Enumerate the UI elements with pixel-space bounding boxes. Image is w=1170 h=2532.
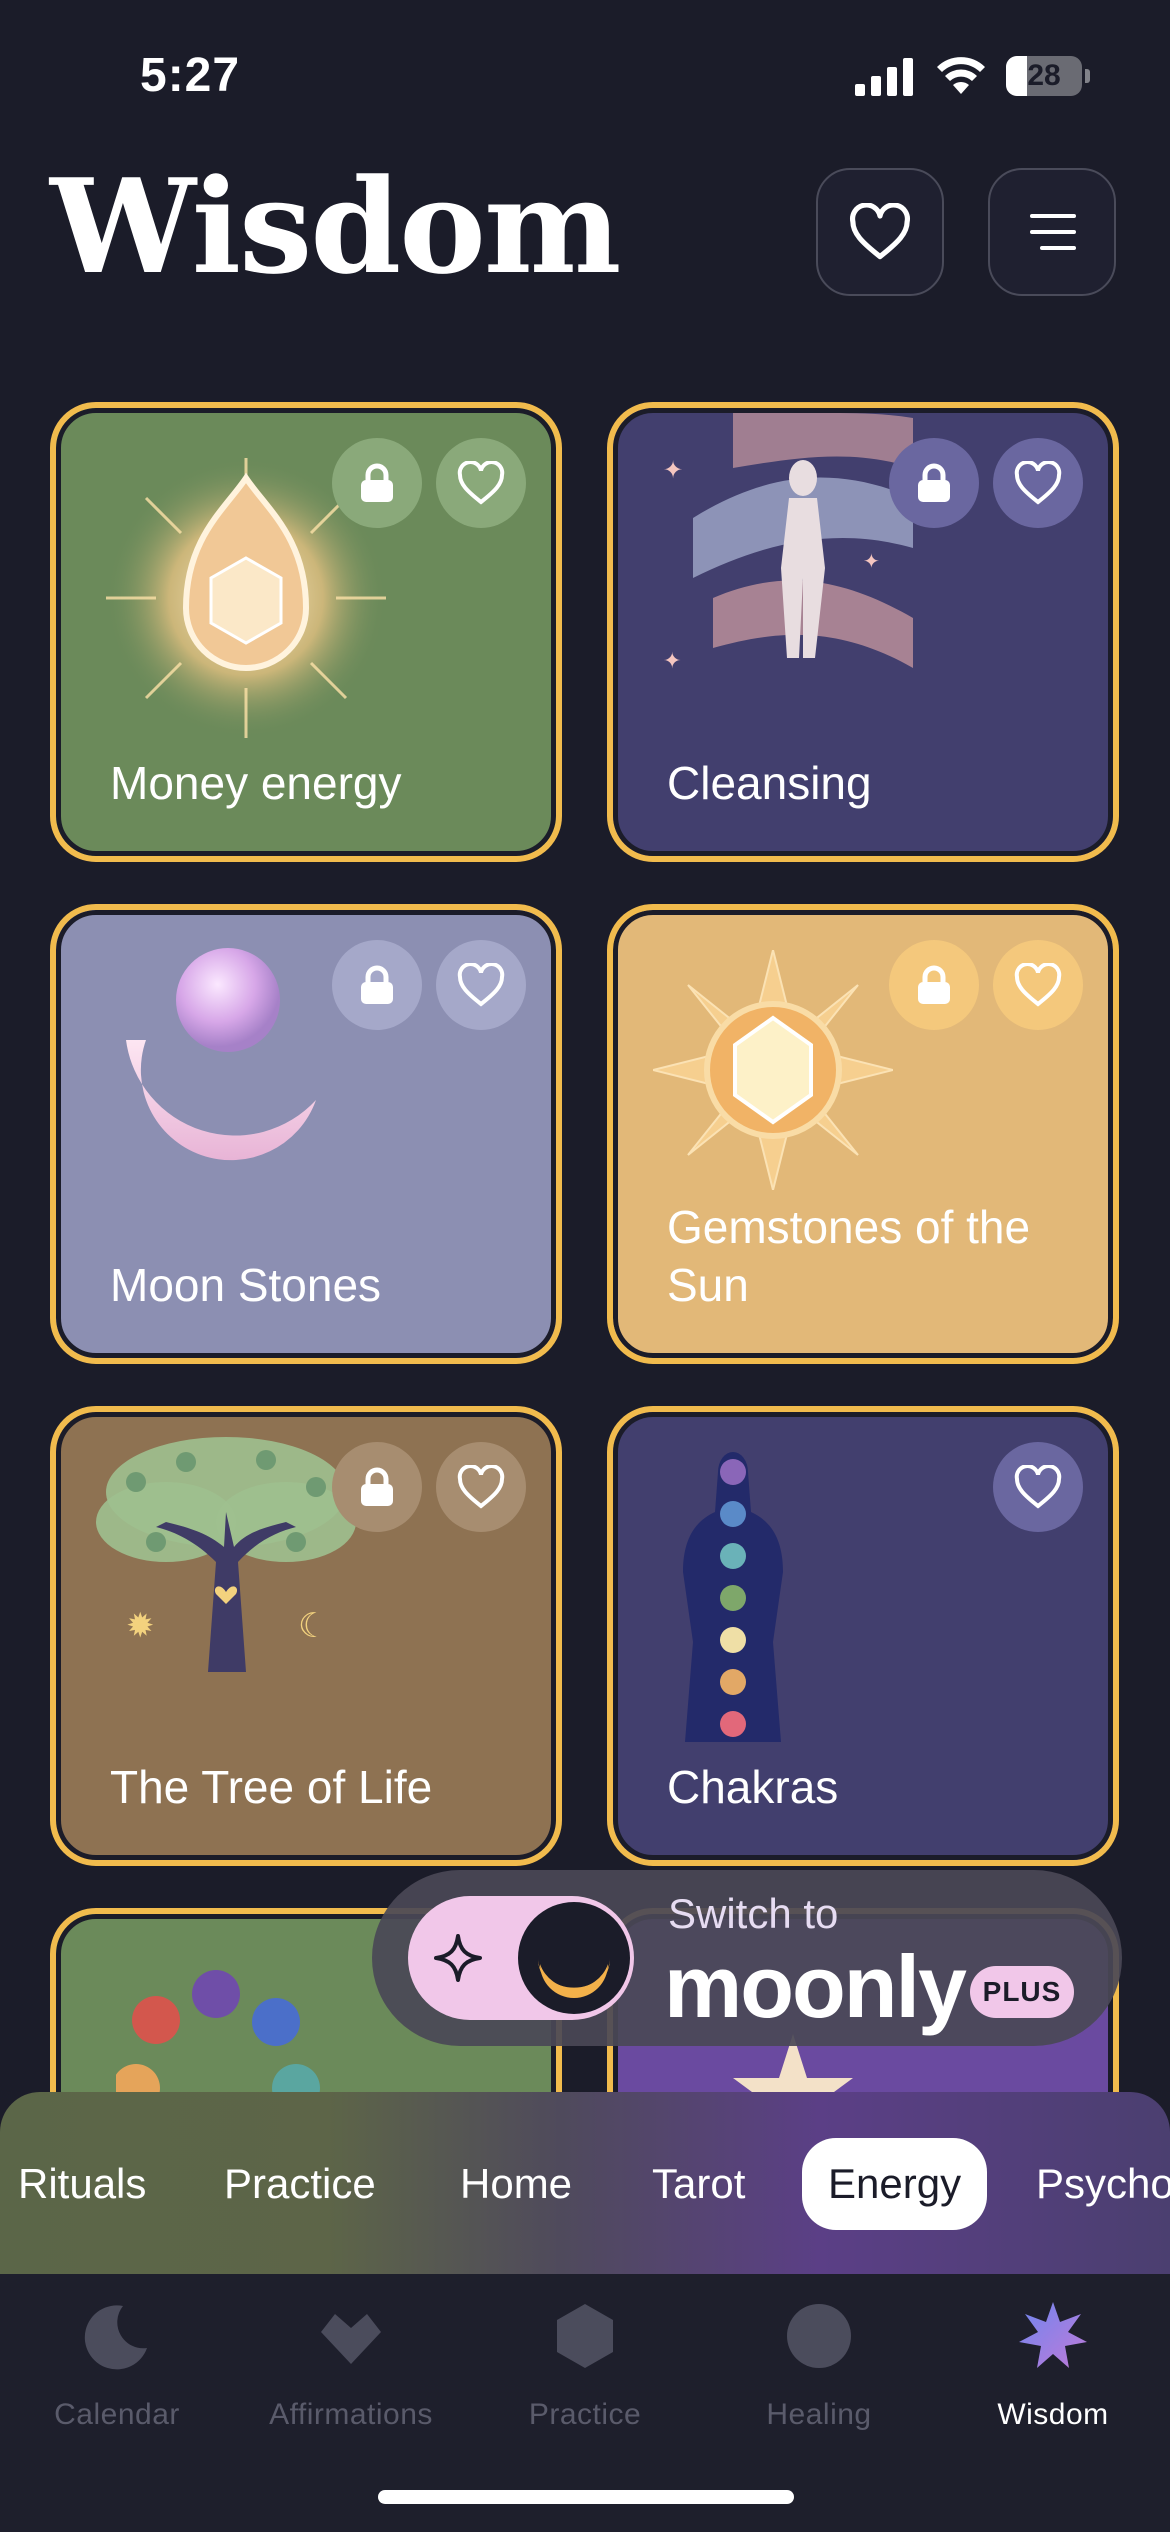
svg-text:✦: ✦ xyxy=(863,549,880,573)
tab-healing[interactable]: Healing xyxy=(702,2302,936,2462)
promo-switch-text: Switch to xyxy=(668,1890,839,1937)
menu-icon xyxy=(1030,214,1076,250)
favorite-button[interactable] xyxy=(993,1442,1083,1532)
svg-text:✹: ✹ xyxy=(126,1606,155,1646)
tree-of-life-illustration: ✹ ☾ xyxy=(96,1437,356,1672)
heart-icon xyxy=(1014,963,1062,1007)
card-title: Money energy xyxy=(110,757,402,809)
category-chip-psycho[interactable]: Psycho xyxy=(1036,2138,1170,2230)
card-moon-stones[interactable]: Moon Stones xyxy=(50,904,562,1364)
heart-icon xyxy=(457,1465,505,1509)
cleansing-illustration: ✦ ✦ ✦ xyxy=(663,408,913,674)
tab-label: Wisdom xyxy=(997,2398,1109,2431)
lock-button[interactable] xyxy=(889,438,979,528)
tab-label: Affirmations xyxy=(269,2398,433,2431)
circle-icon xyxy=(787,2304,851,2368)
home-indicator xyxy=(378,2490,794,2504)
heart-icon xyxy=(457,963,505,1007)
tab-wisdom[interactable]: Wisdom xyxy=(936,2302,1170,2462)
heart-icon xyxy=(850,203,910,260)
sun-gem-illustration xyxy=(653,950,893,1190)
moon-logo-icon xyxy=(518,1902,630,2014)
star-burst-icon xyxy=(1019,2302,1087,2368)
lock-icon xyxy=(361,1467,393,1506)
page-title: Wisdom xyxy=(50,150,621,303)
tab-label: Practice xyxy=(528,2398,642,2431)
chakras-illustration xyxy=(683,1452,783,1742)
lock-button[interactable] xyxy=(332,1442,422,1532)
tab-label: Healing xyxy=(766,2398,872,2431)
svg-text:✦: ✦ xyxy=(663,649,681,674)
card-title: Cleansing xyxy=(667,757,872,809)
card-tree-of-life[interactable]: ✹ ☾ The Tree of Life xyxy=(50,1406,562,1866)
svg-text:✦: ✦ xyxy=(663,456,683,484)
svg-text:☾: ☾ xyxy=(298,1606,328,1646)
card-title: Moon Stones xyxy=(110,1259,382,1311)
lock-icon xyxy=(361,463,393,502)
card-chakras[interactable]: Chakras xyxy=(607,1406,1119,1866)
heart-icon xyxy=(1014,461,1062,505)
favorite-button[interactable] xyxy=(436,1442,526,1532)
moon-stones-illustration xyxy=(126,948,316,1161)
card-money-energy[interactable]: Money energy xyxy=(50,402,562,862)
card-cleansing[interactable]: ✦ ✦ ✦ Cleansing xyxy=(607,402,1119,862)
promo-icon-pill xyxy=(408,1896,634,2020)
card-title: The Tree of Life xyxy=(110,1761,433,1813)
crescent-moon-icon xyxy=(84,2305,147,2370)
promo-brand-name: moonly xyxy=(664,1937,967,2036)
category-chip-tarot[interactable]: Tarot xyxy=(652,2138,745,2230)
category-chip-home[interactable]: Home xyxy=(460,2138,572,2230)
status-bar: 5:27 28 xyxy=(0,0,1170,150)
favorite-button[interactable] xyxy=(436,940,526,1030)
menu-button[interactable] xyxy=(988,168,1116,296)
wifi-icon xyxy=(937,57,985,94)
battery-indicator: 28 xyxy=(1006,56,1090,96)
favorite-button[interactable] xyxy=(993,940,1083,1030)
favorites-button[interactable] xyxy=(816,168,944,296)
favorite-button[interactable] xyxy=(993,438,1083,528)
status-time: 5:27 xyxy=(140,49,241,102)
favorite-button[interactable] xyxy=(436,438,526,528)
heart-icon xyxy=(1014,1465,1062,1509)
tab-calendar[interactable]: Calendar xyxy=(0,2302,234,2462)
cellular-signal-icon xyxy=(855,58,913,96)
lock-icon xyxy=(361,965,393,1004)
battery-percent: 28 xyxy=(1027,59,1061,92)
lock-icon xyxy=(918,463,950,502)
sparkle-plus-icon xyxy=(434,1934,482,1982)
lock-button[interactable] xyxy=(889,940,979,1030)
tab-practice[interactable]: Practice xyxy=(468,2302,702,2462)
category-chip-energy[interactable]: Energy xyxy=(802,2138,988,2230)
heart-icon xyxy=(457,461,505,505)
category-chip-rituals[interactable]: Rituals xyxy=(18,2138,146,2230)
category-chip-practice[interactable]: Practice xyxy=(224,2138,376,2230)
plus-badge: PLUS xyxy=(970,1966,1074,2018)
heart-filled-icon xyxy=(321,2314,381,2364)
hexagon-icon xyxy=(557,2304,613,2368)
category-filter-bar: Rituals Practice Home Tarot Energy Psych… xyxy=(0,2092,1170,2274)
lock-button[interactable] xyxy=(332,940,422,1030)
tab-affirmations[interactable]: Affirmations xyxy=(234,2302,468,2462)
card-title: Gemstones of the Sun xyxy=(667,1201,1031,1311)
card-title: Chakras xyxy=(667,1761,839,1813)
lock-button[interactable] xyxy=(332,438,422,528)
upgrade-promo-banner[interactable]: Switch to moonly PLUS xyxy=(372,1870,1122,2046)
card-gemstones-of-the-sun[interactable]: Gemstones of the Sun xyxy=(607,904,1119,1364)
lock-icon xyxy=(918,965,950,1004)
tab-label: Calendar xyxy=(54,2398,180,2431)
